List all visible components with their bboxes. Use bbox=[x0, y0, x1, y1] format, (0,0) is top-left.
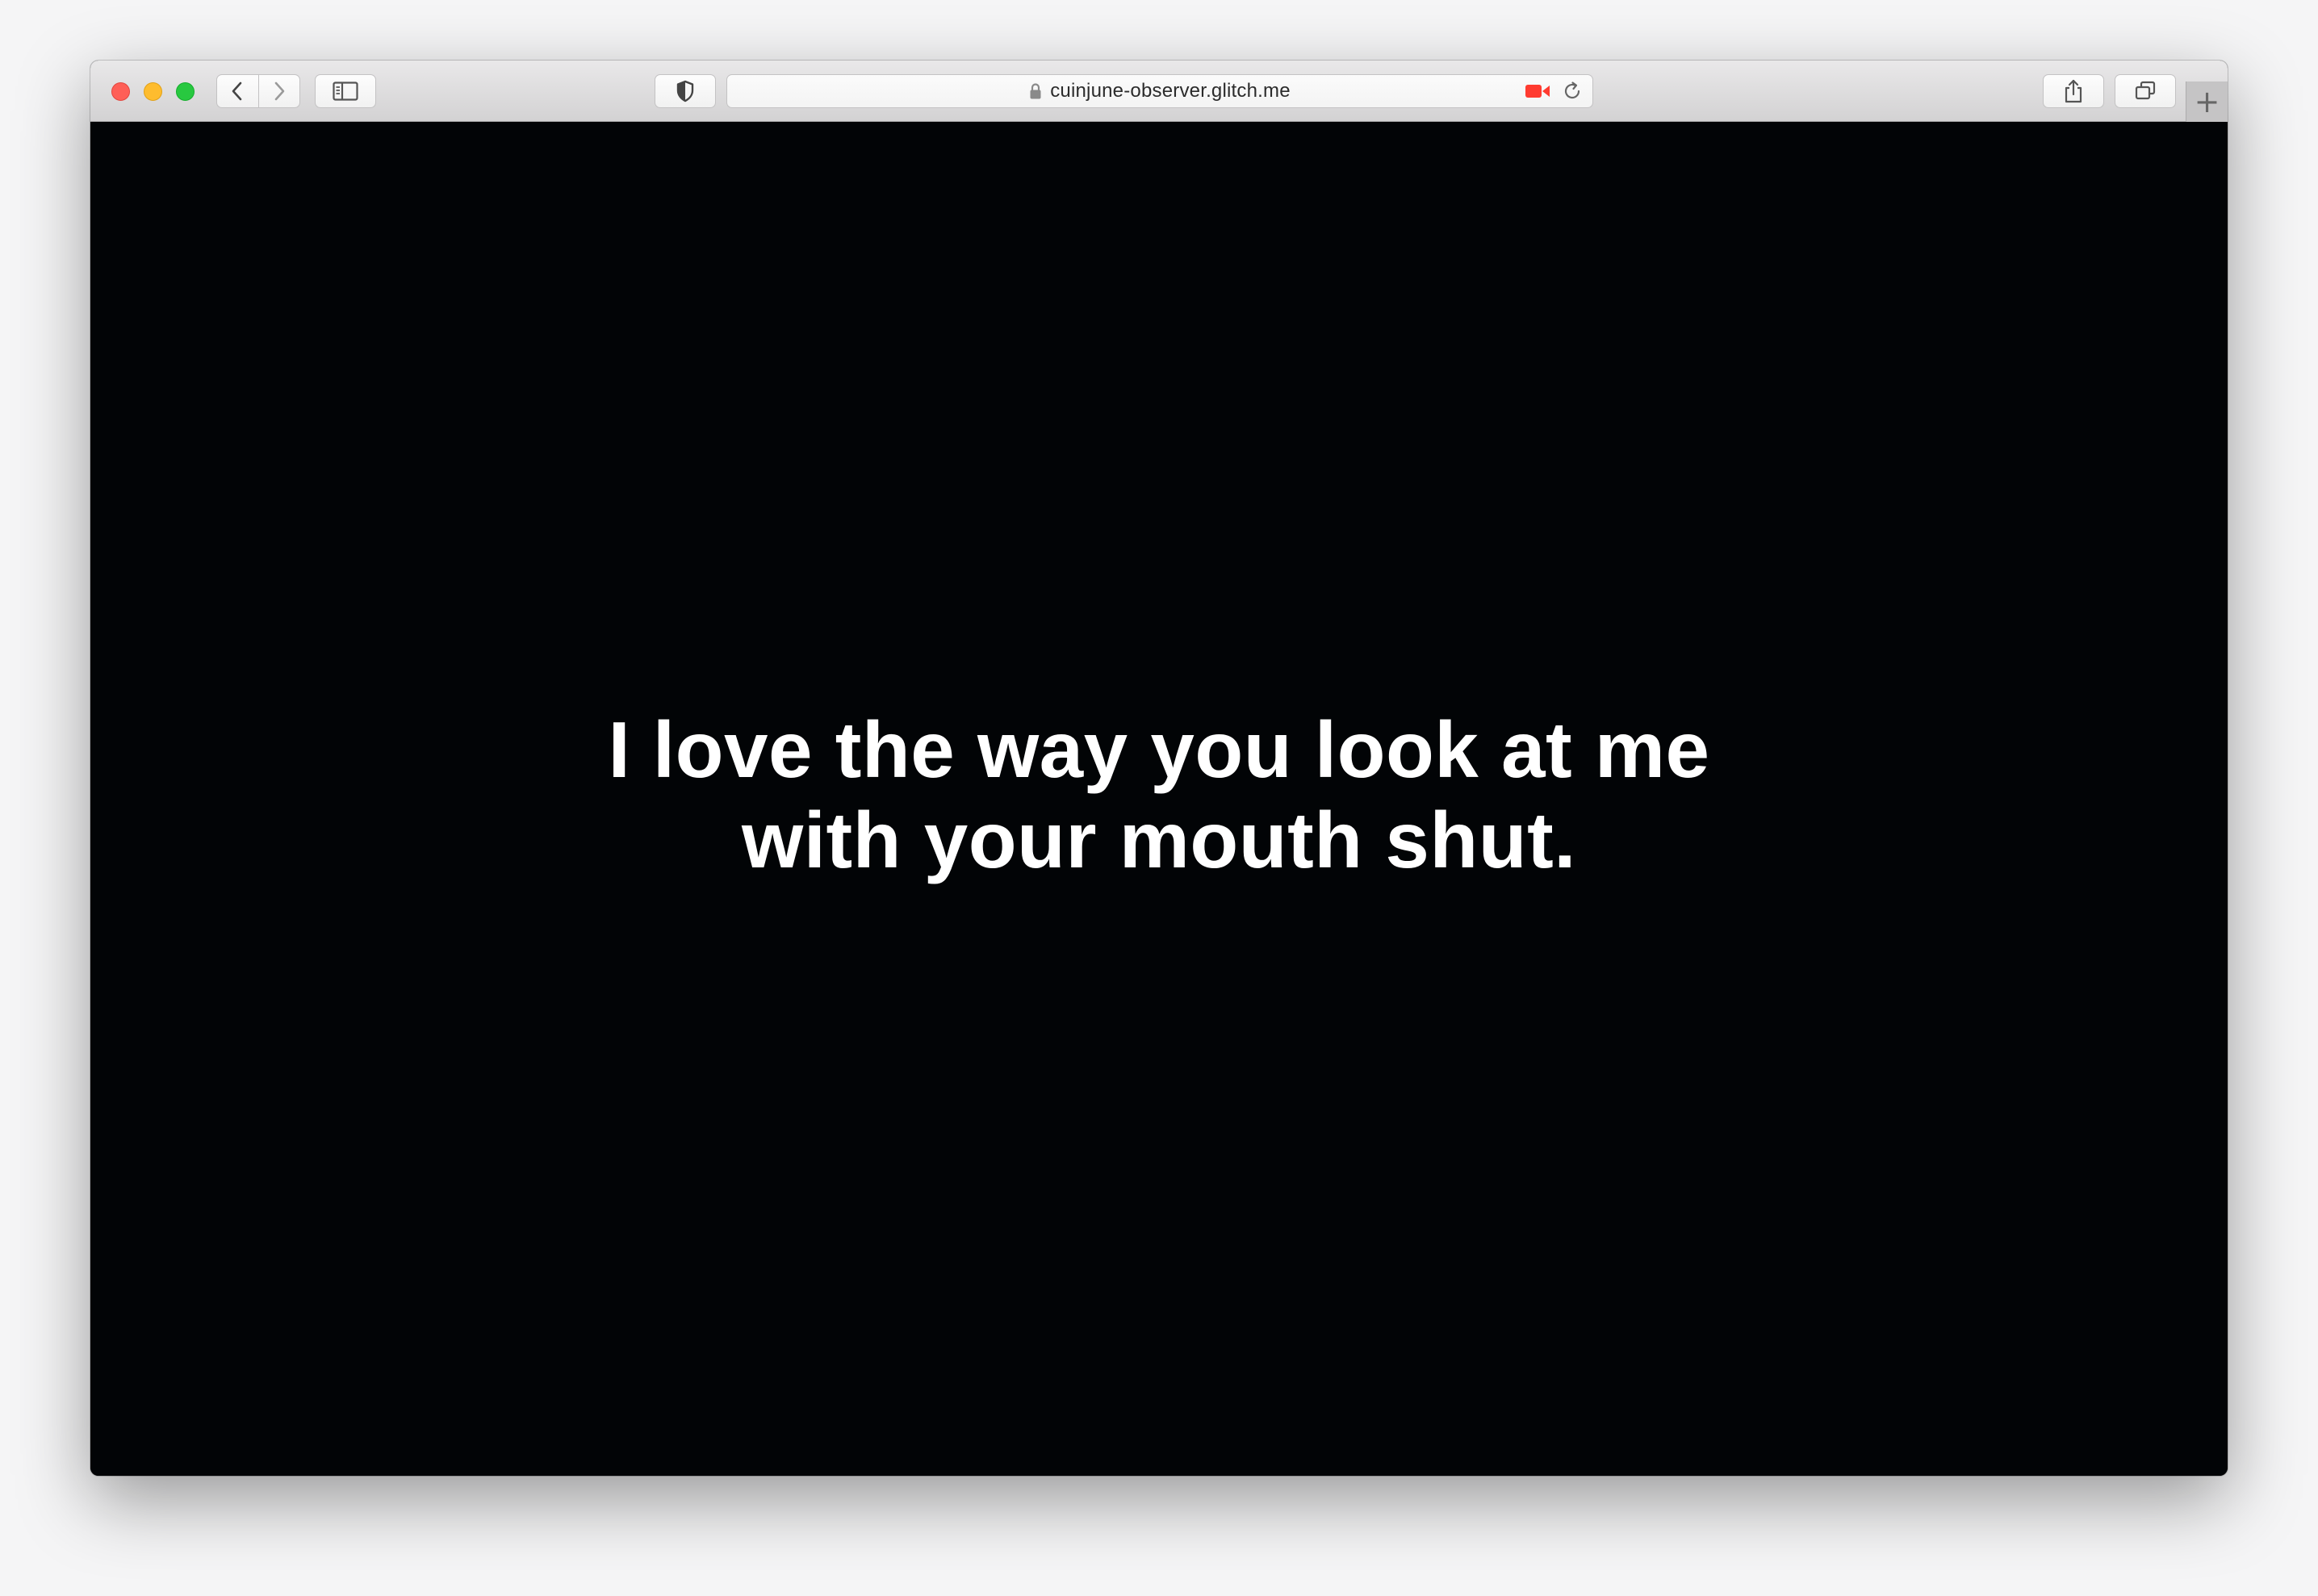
address-bar[interactable]: cuinjune-observer.glitch.me bbox=[726, 74, 1593, 108]
quote-line: with your mouth shut. bbox=[742, 796, 1576, 884]
chevron-right-icon bbox=[274, 81, 285, 101]
navigation-buttons bbox=[216, 74, 300, 108]
back-button[interactable] bbox=[217, 75, 259, 107]
quote-text: I love the way you look at me with your … bbox=[608, 704, 1709, 885]
tab-overview-button[interactable] bbox=[2115, 74, 2176, 108]
forward-button[interactable] bbox=[259, 75, 300, 107]
lock-icon bbox=[1030, 83, 1041, 99]
page-content: I love the way you look at me with your … bbox=[90, 122, 2228, 1476]
maximize-window-button[interactable] bbox=[176, 82, 195, 101]
close-window-button[interactable] bbox=[111, 82, 130, 101]
camera-recording-icon[interactable] bbox=[1525, 82, 1550, 100]
minimize-window-button[interactable] bbox=[144, 82, 162, 101]
share-icon bbox=[2065, 79, 2082, 103]
browser-window: cuinjune-observer.glitch.me + I love the… bbox=[90, 61, 2228, 1476]
browser-toolbar: cuinjune-observer.glitch.me + bbox=[90, 61, 2228, 122]
quote-line: I love the way you look at me bbox=[608, 705, 1710, 794]
chevron-left-icon bbox=[232, 81, 242, 101]
sidebar-toggle-button[interactable] bbox=[315, 74, 376, 108]
reload-icon[interactable] bbox=[1562, 81, 1583, 102]
url-text: cuinjune-observer.glitch.me bbox=[1050, 80, 1291, 102]
new-tab-button[interactable]: + bbox=[2186, 81, 2228, 122]
tab-overview-icon bbox=[2135, 81, 2156, 100]
address-display: cuinjune-observer.glitch.me bbox=[727, 75, 1592, 107]
shield-icon bbox=[676, 80, 694, 102]
share-button[interactable] bbox=[2043, 74, 2104, 108]
privacy-report-button[interactable] bbox=[655, 74, 716, 108]
sidebar-icon bbox=[333, 81, 358, 101]
